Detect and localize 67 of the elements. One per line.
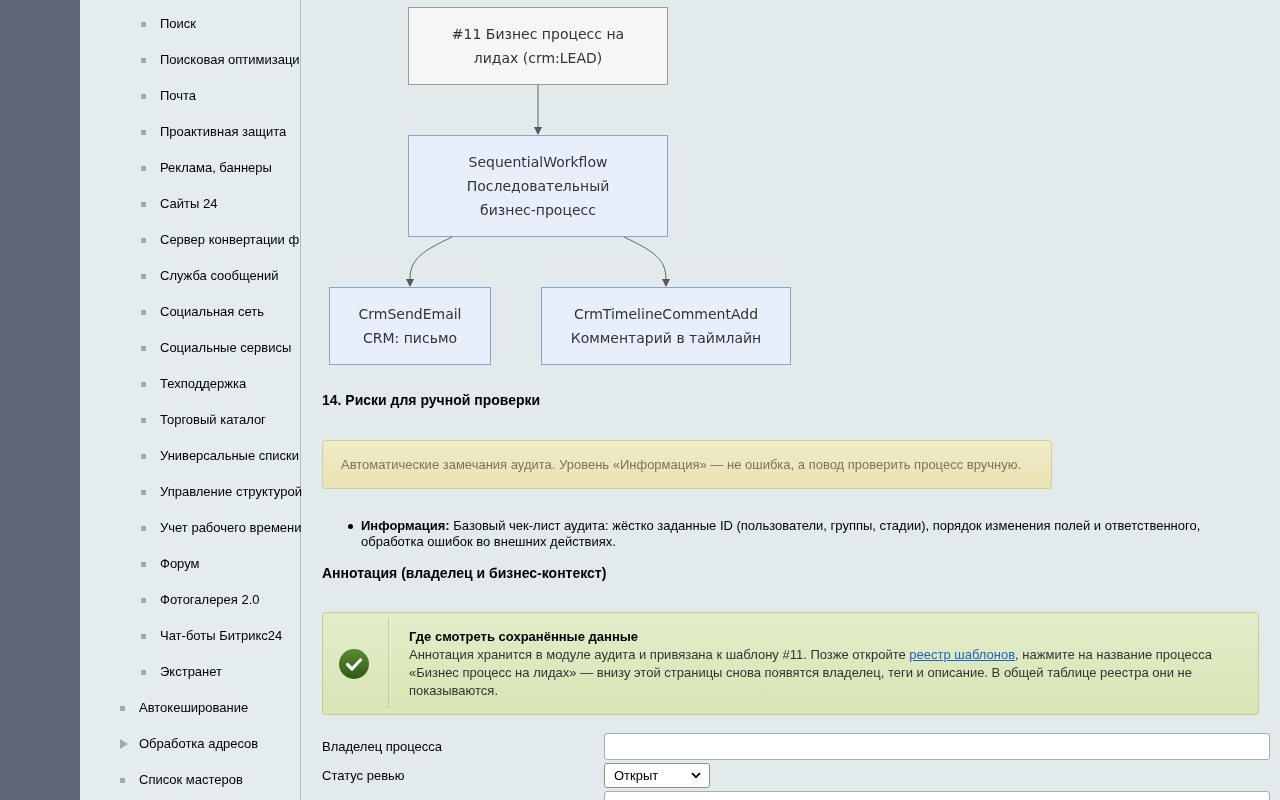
node-type: SequentialWorkflow [468,153,608,172]
sidebar-item[interactable]: Универсальные списки [141,448,300,464]
bullet-icon [141,633,146,639]
check-icon [339,648,369,679]
sidebar-item[interactable]: Торговый каталог [141,412,266,428]
bullet-icon [348,524,353,529]
sidebar-item[interactable]: Служба сообщений [141,268,279,284]
input-field[interactable] [604,733,1270,760]
bullet-icon [141,417,146,423]
node-label: Последовательный бизнес-процесс [465,177,611,220]
sidebar-item[interactable]: Реклама, баннеры [141,160,272,176]
sidebar-item[interactable]: Управление структурой [141,484,302,500]
triangle-icon [120,739,128,749]
bullet-icon [141,93,146,99]
bullet-icon [141,381,146,387]
connector-arrow [534,84,542,135]
status-select[interactable]: Открыт [604,763,710,788]
bullet-icon [141,561,146,567]
bullet-icon [141,165,146,171]
sidebar-item[interactable]: Сервер конвертации ф [141,232,300,248]
sidebar-item[interactable]: Обработка адресов [120,736,259,752]
node-type: CrmSendEmail [358,305,462,324]
sidebar-item[interactable]: Проактивная защита [141,124,287,140]
connector-arrow [623,236,670,287]
sidebar-item[interactable]: Фотогалерея 2.0 [141,592,260,608]
sidebar-item[interactable]: Форум [141,556,200,572]
sidebar-item[interactable]: Поисковая оптимизаци [141,52,300,68]
risk-text: Информация: Базовый чек-лист аудита: жёстко заданные ID (пользователи, группы, стадии), порядок изменения полей и ответственного, обработка ошибок во внешних действиях. [361,518,1202,550]
bullet-icon [141,597,146,603]
notice-banner: Автоматические замечания аудита. Уровень «Информация» — не ошибка, а повод проверить процесс вручную. [322,440,1053,489]
bullet-icon [141,237,146,243]
info-title: Где смотреть сохранённые данные [408,627,639,646]
sidebar-item[interactable]: Экстранет [141,664,223,680]
bullet-icon [141,669,146,675]
bullet-icon [120,777,125,783]
node-label: CRM: письмо [362,329,458,348]
sidebar-item[interactable]: Социальная сеть [141,304,264,320]
sidebar-item[interactable]: Техподдержка [141,376,247,392]
sidebar-item[interactable]: Социальные сервисы [141,340,292,356]
info-text: Аннотация хранится в модуле аудита и привязана к шаблону #11. Позже откройте реестр шаблонов, нажмите на название процесса «Бизнес процесс на лидах» — внизу этой страницы снова появятся владелец, теги и описание. В общей таблице реестра они не показываются. [408,645,1214,700]
sidebar-item[interactable]: Поиск [141,16,197,32]
bullet-icon [120,705,125,711]
section-heading: 14. Риски для ручной проверки [322,391,541,409]
bullet-icon [141,21,146,27]
sidebar-item[interactable]: Учет рабочего времени [141,520,302,536]
chevron-down-icon [691,772,701,779]
connector-arrow [406,236,453,287]
bullet-icon [141,201,146,207]
sidebar-item[interactable]: Почта [141,88,197,104]
bullet-icon [141,489,146,495]
node-type: CrmTimelineCommentAdd [573,305,759,324]
field-label: Владелец процесса [322,738,442,755]
bullet-icon [141,309,146,315]
sidebar-item[interactable]: Сайты 24 [141,196,218,212]
sidebar-item[interactable]: Список мастеров [120,772,243,788]
sidebar-item[interactable]: Автокеширование [120,700,249,716]
bullet-icon [141,57,146,63]
sidebar-item[interactable]: Чат-боты Битрикс24 [141,628,283,644]
node-label: Комментарий в таймлайн [570,329,762,348]
section-heading: Аннотация (владелец и бизнес-контекст) [322,564,607,582]
bullet-icon [141,525,146,531]
bullet-icon [141,129,146,135]
node-label: #11 Бизнес процесс на лидах (crm:LEAD) [450,25,626,68]
field-label: Статус ревью [322,767,405,784]
bullet-icon [141,273,146,279]
bullet-icon [141,453,146,459]
bullet-icon [141,345,146,351]
